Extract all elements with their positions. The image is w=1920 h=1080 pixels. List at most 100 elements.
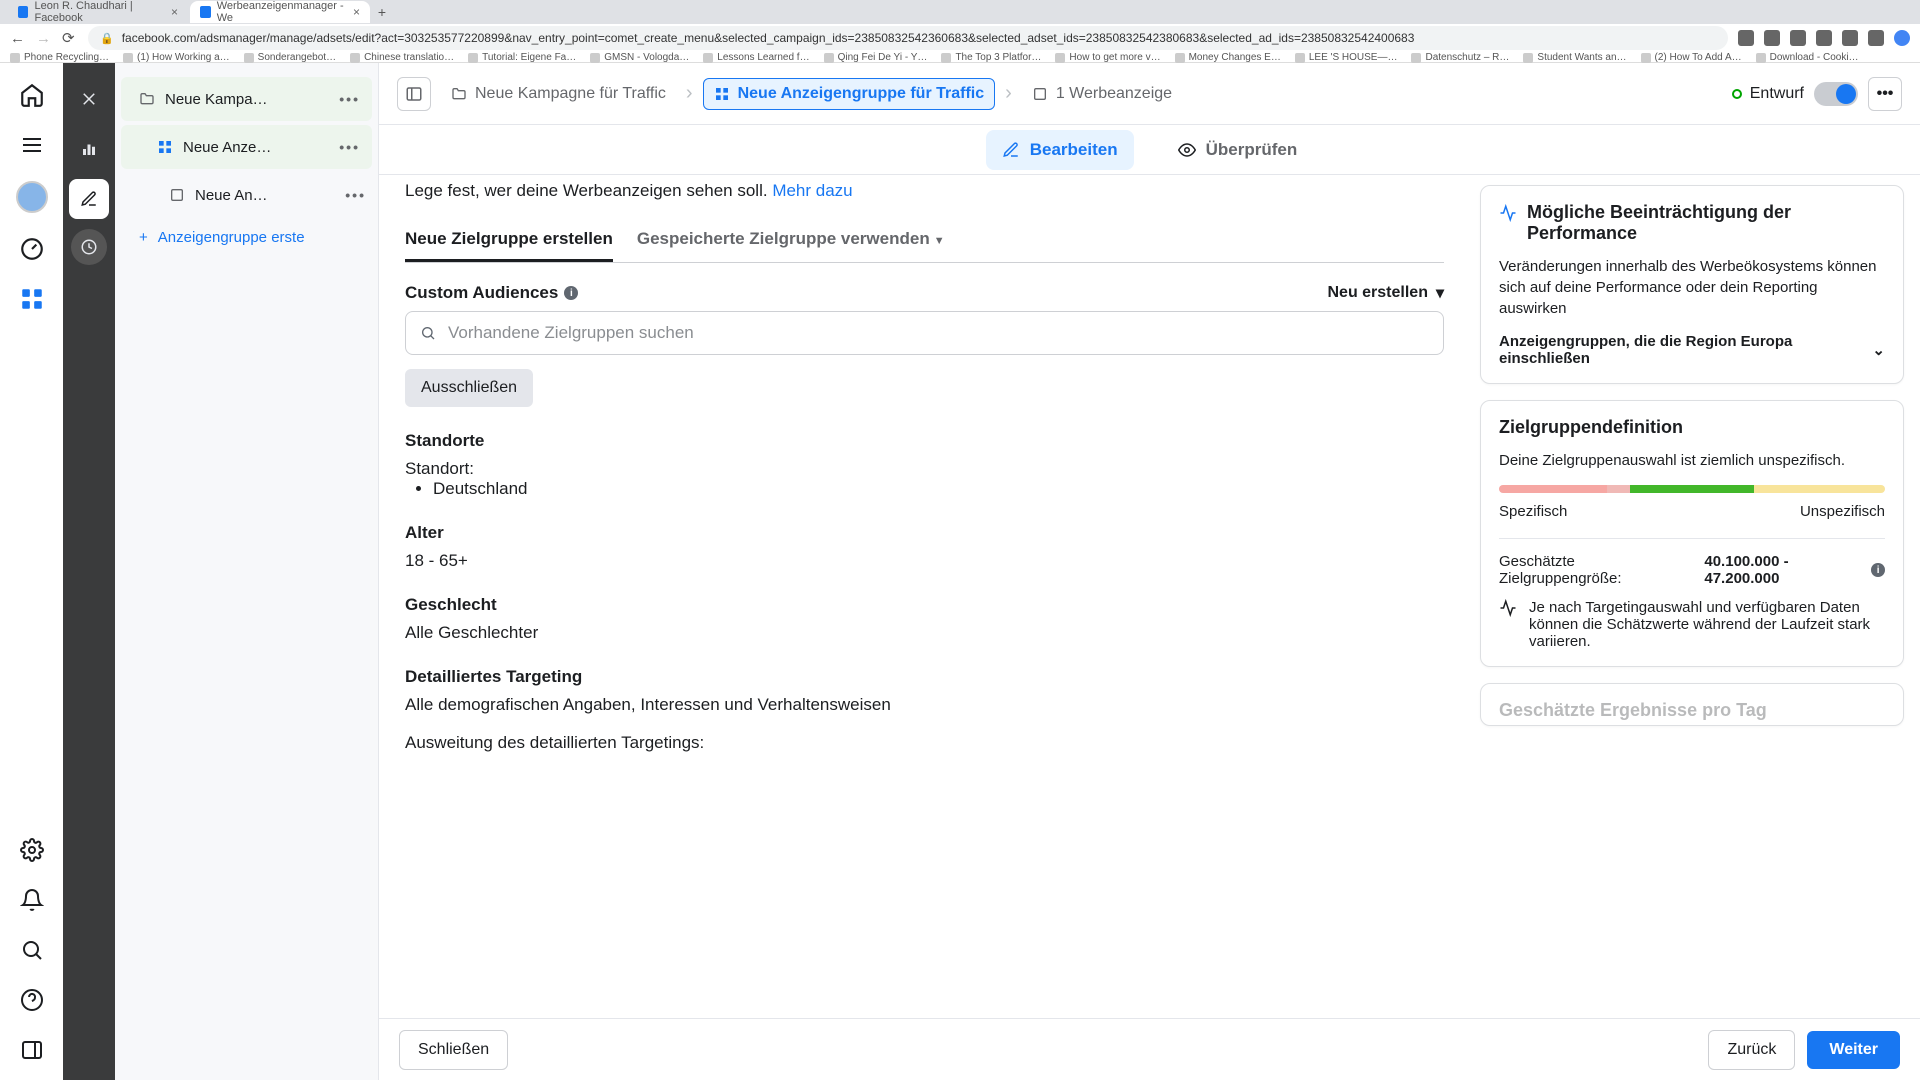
breadcrumb-ad[interactable]: 1 Werbeanzeige — [1022, 79, 1182, 109]
add-adset-button[interactable]: + Anzeigengruppe erste — [115, 217, 378, 257]
audience-search-box[interactable] — [405, 311, 1444, 355]
browser-tab[interactable]: Leon R. Chaudhari | Facebook × — [8, 1, 188, 23]
tree-ad[interactable]: Neue An… ••• — [115, 173, 378, 217]
help-icon[interactable] — [18, 986, 46, 1014]
extension-icon[interactable] — [1764, 30, 1780, 46]
tab-title: Werbeanzeigenmanager - We — [217, 0, 347, 24]
chart-icon[interactable] — [69, 129, 109, 169]
bookmark-item[interactable]: Tutorial: Eigene Fa… — [468, 52, 576, 63]
url-text: facebook.com/adsmanager/manage/adsets/ed… — [122, 31, 1415, 45]
gender-section: Geschlecht Alle Geschlechter — [405, 595, 1444, 643]
close-editor-button[interactable] — [69, 79, 109, 119]
reload-icon[interactable]: ⟳ — [62, 29, 78, 47]
tab-label: Überprüfen — [1206, 140, 1298, 160]
card-title-text: Geschätzte Ergebnisse pro Tag — [1499, 700, 1767, 721]
aud-sub: Deine Zielgruppenauswahl ist ziemlich un… — [1499, 450, 1885, 471]
bookmark-item[interactable]: LEE 'S HOUSE—… — [1295, 52, 1398, 63]
collapser-label: Anzeigengruppen, die die Region Europa e… — [1499, 333, 1872, 367]
europe-region-collapser[interactable]: Anzeigengruppen, die die Region Europa e… — [1499, 333, 1885, 367]
extension-icon[interactable] — [1738, 30, 1754, 46]
tree-campaign[interactable]: Neue Kampa… ••• — [121, 77, 372, 121]
bookmark-item[interactable]: Money Changes E… — [1175, 52, 1281, 63]
bookmark-item[interactable]: Datenschutz – R… — [1411, 52, 1509, 63]
back-button[interactable]: Zurück — [1708, 1030, 1795, 1070]
bookmark-item[interactable]: Download - Cooki… — [1756, 52, 1859, 63]
profile-avatar-icon[interactable] — [1894, 30, 1910, 46]
account-avatar[interactable] — [16, 181, 48, 213]
tab-label: Bearbeiten — [1030, 140, 1118, 160]
more-icon[interactable]: ••• — [345, 187, 366, 203]
bookmark-item[interactable]: (2) How To Add A… — [1641, 52, 1742, 63]
browser-tab-active[interactable]: Werbeanzeigenmanager - We × — [190, 1, 370, 23]
plus-icon: + — [139, 229, 148, 246]
menu-icon[interactable] — [18, 131, 46, 159]
chevron-down-icon: ▼ — [934, 235, 945, 247]
home-icon[interactable] — [18, 81, 46, 109]
perf-body: Veränderungen innerhalb des Werbeökosyst… — [1499, 256, 1885, 319]
close-icon[interactable]: × — [171, 5, 178, 19]
status-toggle[interactable] — [1814, 82, 1858, 106]
chevron-right-icon: › — [1005, 82, 1012, 105]
close-button[interactable]: Schließen — [399, 1030, 508, 1070]
form-column: Lege fest, wer deine Werbeanzeigen sehen… — [379, 175, 1470, 1018]
unspecific-label: Unspezifisch — [1800, 503, 1885, 520]
extension-icon[interactable] — [1790, 30, 1806, 46]
tab-review[interactable]: Überprüfen — [1162, 130, 1314, 170]
next-button[interactable]: Weiter — [1807, 1031, 1900, 1069]
tree-adset[interactable]: Neue Anze… ••• — [121, 125, 372, 169]
address-bar: ← → ⟳ 🔒 facebook.com/adsmanager/manage/a… — [0, 24, 1920, 52]
info-icon[interactable]: i — [564, 286, 578, 300]
url-field[interactable]: 🔒 facebook.com/adsmanager/manage/adsets/… — [88, 26, 1728, 50]
tab-edit[interactable]: Bearbeiten — [986, 130, 1134, 170]
more-icon[interactable]: ••• — [339, 139, 360, 155]
locations-title: Standorte — [405, 431, 1444, 451]
bookmark-item[interactable]: How to get more v… — [1055, 52, 1160, 63]
notifications-icon[interactable] — [18, 886, 46, 914]
bookmark-item[interactable]: Chinese translatio… — [350, 52, 454, 63]
close-icon[interactable]: × — [353, 5, 360, 19]
more-icon[interactable]: ••• — [339, 91, 360, 107]
custom-audiences-row: Custom Audiences i Neu erstellen ▾ — [405, 283, 1444, 303]
specific-label: Spezifisch — [1499, 503, 1567, 520]
grid-icon — [714, 86, 730, 102]
bookmark-item[interactable]: Student Wants an… — [1523, 52, 1626, 63]
editor-footer: Schließen Zurück Weiter — [379, 1018, 1920, 1080]
editor-tabs: Bearbeiten Überprüfen — [379, 125, 1920, 175]
detail-value: Alle demografischen Angaben, Interessen … — [405, 695, 1444, 715]
bookmark-item[interactable]: The Top 3 Platfor… — [941, 52, 1041, 63]
card-title-text: Mögliche Beeinträchtigung der Performanc… — [1527, 202, 1885, 244]
subtab-label: Gespeicherte Zielgruppe verwenden — [637, 229, 930, 248]
bookmark-item[interactable]: Phone Recycling… — [10, 52, 109, 63]
extension-icon[interactable] — [1816, 30, 1832, 46]
extension-icon[interactable] — [1868, 30, 1884, 46]
back-icon[interactable]: ← — [10, 30, 26, 47]
ads-manager-icon[interactable] — [18, 285, 46, 313]
new-audience-dropdown[interactable]: Neu erstellen ▾ — [1327, 283, 1444, 303]
bookmark-item[interactable]: Lessons Learned f… — [703, 52, 809, 63]
bookmark-item[interactable]: GMSN - Vologda… — [590, 52, 689, 63]
audience-search-input[interactable] — [448, 323, 1429, 343]
bookmark-item[interactable]: Sonderangebot… — [244, 52, 336, 63]
forward-icon[interactable]: → — [36, 30, 52, 47]
settings-icon[interactable] — [18, 836, 46, 864]
grid-icon — [157, 139, 173, 155]
tab-title: Leon R. Chaudhari | Facebook — [34, 0, 165, 24]
subtab-new-audience[interactable]: Neue Zielgruppe erstellen — [405, 219, 613, 262]
extension-icon[interactable] — [1842, 30, 1858, 46]
breadcrumb-campaign[interactable]: Neue Kampagne für Traffic — [441, 79, 676, 109]
exclude-button[interactable]: Ausschließen — [405, 369, 533, 407]
search-icon[interactable] — [18, 936, 46, 964]
breadcrumb-adset[interactable]: Neue Anzeigengruppe für Traffic — [703, 78, 996, 110]
gauge-icon[interactable] — [18, 235, 46, 263]
new-tab-button[interactable]: + — [372, 2, 392, 22]
learn-more-link[interactable]: Mehr dazu — [772, 181, 852, 200]
subtab-saved-audience[interactable]: Gespeicherte Zielgruppe verwenden ▼ — [637, 219, 945, 262]
collapse-icon[interactable] — [18, 1036, 46, 1064]
info-icon[interactable]: i — [1871, 563, 1885, 577]
panel-toggle-icon[interactable] — [397, 77, 431, 111]
edit-icon[interactable] — [69, 179, 109, 219]
bookmark-item[interactable]: (1) How Working a… — [123, 52, 230, 63]
more-menu-button[interactable]: ••• — [1868, 77, 1902, 111]
bookmark-item[interactable]: Qing Fei De Yi - Y… — [824, 52, 928, 63]
history-icon[interactable] — [71, 229, 107, 265]
